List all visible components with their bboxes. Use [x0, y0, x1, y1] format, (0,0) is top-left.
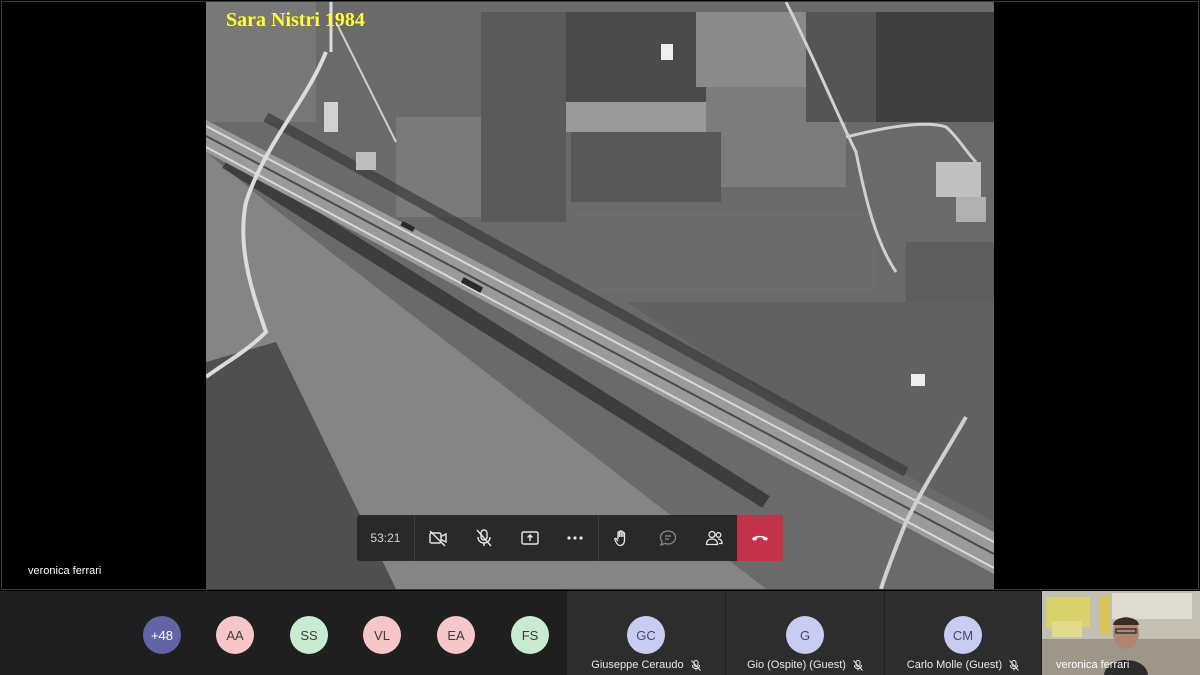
participant-name: Carlo Molle (Guest) [906, 659, 1003, 671]
self-video-tile[interactable]: veronica ferrari [1042, 591, 1200, 675]
mic-off-icon [476, 529, 492, 547]
more-icon [567, 536, 584, 540]
camera-off-icon [429, 530, 447, 547]
participant-name-row: Giuseppe Ceraudo [567, 659, 725, 671]
mic-toggle-button[interactable] [461, 515, 507, 561]
phone-hangup-icon [752, 535, 769, 541]
participant-tile[interactable]: CM Carlo Molle (Guest) [885, 591, 1041, 675]
raise-hand-button[interactable] [599, 515, 645, 561]
participant-avatar[interactable]: FS [511, 616, 549, 654]
participant-tile[interactable]: G Gio (Ospite) (Guest) [726, 591, 884, 675]
hang-up-button[interactable] [737, 515, 783, 561]
participant-avatar[interactable]: EA [437, 616, 475, 654]
participant-avatar: CM [944, 616, 982, 654]
participant-avatar[interactable]: SS [290, 616, 328, 654]
self-name-label: veronica ferrari [1056, 659, 1130, 671]
participant-avatar: GC [627, 616, 665, 654]
mic-muted-icon [690, 659, 701, 671]
more-actions-button[interactable] [553, 515, 599, 561]
participant-name: Gio (Ospite) (Guest) [746, 659, 846, 671]
participant-name-row: Gio (Ospite) (Guest) [726, 659, 884, 671]
mic-muted-icon [1009, 659, 1020, 671]
share-screen-button[interactable] [507, 515, 553, 561]
participant-avatar: G [786, 616, 824, 654]
camera-toggle-button[interactable] [415, 515, 461, 561]
shared-screen: Sara Nistri 1984 [206, 2, 994, 589]
participants-button[interactable] [691, 515, 737, 561]
hand-icon [614, 530, 626, 547]
participant-name: Giuseppe Ceraudo [591, 659, 684, 671]
participant-tile[interactable]: GC Giuseppe Ceraudo [567, 591, 725, 675]
meeting-control-bar: 53:21 [357, 515, 783, 561]
presenter-name-label: veronica ferrari [28, 565, 102, 577]
mic-muted-icon [853, 659, 863, 671]
participant-avatar[interactable]: AA [216, 616, 254, 654]
participant-name-row: Carlo Molle (Guest) [885, 659, 1041, 671]
chat-icon [660, 530, 677, 547]
slide-title: Sara Nistri 1984 [226, 9, 365, 31]
share-screen-icon [520, 531, 539, 545]
more-participants-button[interactable]: +48 [143, 616, 181, 654]
aerial-photo [206, 2, 994, 589]
participants-icon [705, 530, 723, 546]
participant-avatar[interactable]: VL [363, 616, 401, 654]
call-duration: 53:21 [357, 515, 415, 561]
chat-button[interactable] [645, 515, 691, 561]
main-video-stage: Sara Nistri 1984 veronica ferrari 53:21 [0, 0, 1200, 591]
